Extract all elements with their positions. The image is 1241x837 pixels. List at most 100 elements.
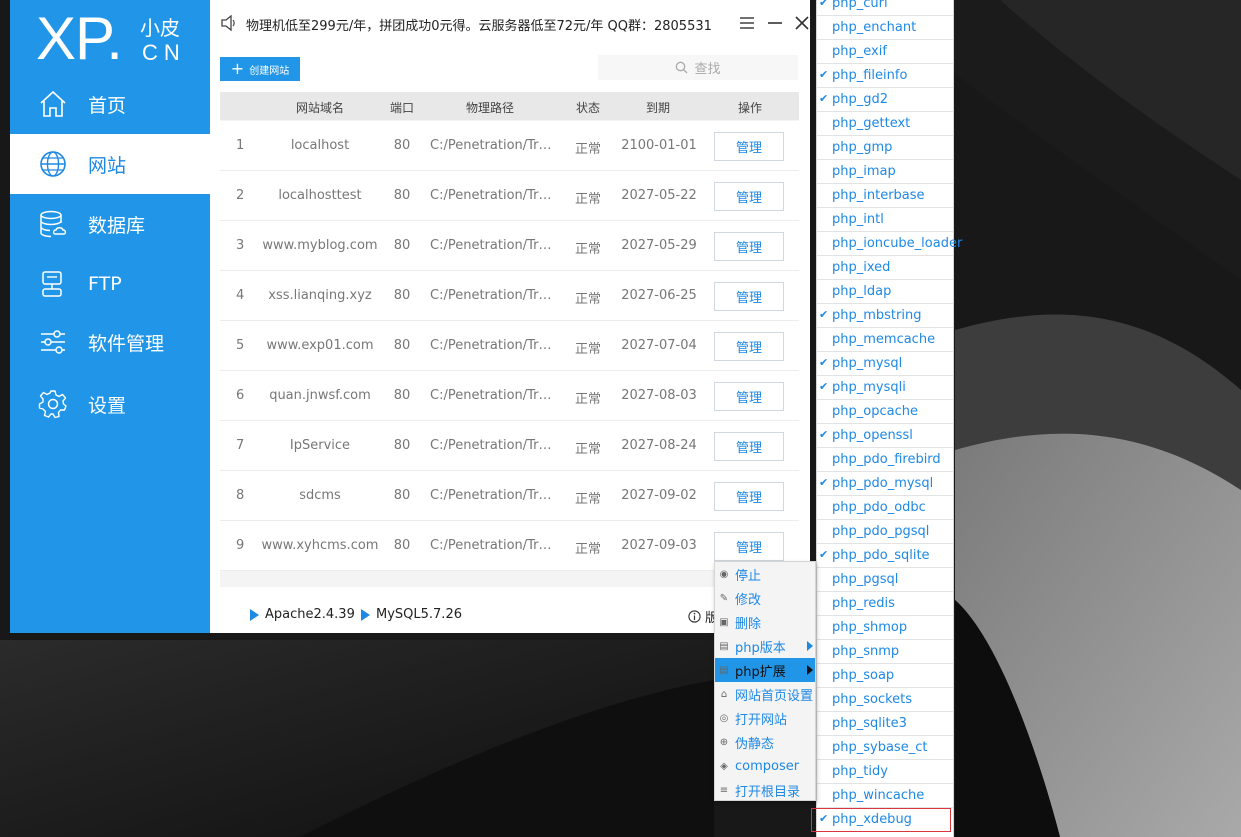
- context-menu-label: php版本: [735, 640, 786, 656]
- manage-button[interactable]: 管理: [714, 432, 784, 461]
- extension-item[interactable]: php_ioncube_loader: [817, 232, 962, 256]
- extension-item[interactable]: ✔ php_mbstring: [817, 304, 953, 328]
- extension-item[interactable]: php_memcache: [817, 328, 953, 352]
- manage-button[interactable]: 管理: [714, 282, 784, 311]
- speaker-icon: [221, 14, 235, 32]
- extension-label: php_pdo_mysql: [832, 476, 934, 491]
- context-menu-item[interactable]: ▤ php扩展: [715, 658, 815, 682]
- extension-item[interactable]: ✔ php_xdebug: [811, 808, 951, 832]
- row-path: C:/Penetration/Traf...: [430, 388, 554, 403]
- manage-button[interactable]: 管理: [714, 232, 784, 261]
- search-input[interactable]: 查找: [598, 55, 798, 80]
- extension-item[interactable]: ✔ php_openssl: [817, 424, 953, 448]
- extension-item[interactable]: ✔ php_gd2: [817, 88, 953, 112]
- extension-item[interactable]: php_xmlrpc: [817, 832, 953, 837]
- context-menu-item[interactable]: ◈ composer: [715, 754, 815, 778]
- extension-item[interactable]: ✔ php_mysql: [817, 352, 953, 376]
- extension-item[interactable]: php_sockets: [817, 688, 953, 712]
- extension-label: php_sqlite3: [832, 716, 907, 731]
- extension-item[interactable]: php_shmop: [817, 616, 953, 640]
- extension-label: php_exif: [832, 44, 887, 59]
- row-index: 8: [236, 488, 245, 503]
- manage-button[interactable]: 管理: [714, 182, 784, 211]
- extension-item[interactable]: php_gettext: [817, 112, 953, 136]
- extension-item[interactable]: php_ixed: [817, 256, 953, 280]
- extension-item[interactable]: php_sybase_ct: [817, 736, 953, 760]
- row-index: 2: [236, 188, 245, 203]
- extension-item[interactable]: php_intl: [817, 208, 953, 232]
- rewrite-icon: ⊕: [719, 736, 729, 748]
- row-expire: 2027-05-29: [621, 238, 697, 253]
- context-menu-label: 伪静态: [735, 736, 775, 752]
- trash-icon: ▣: [719, 616, 729, 628]
- extension-item[interactable]: php_pdo_pgsql: [817, 520, 953, 544]
- extension-item[interactable]: php_wincache: [817, 784, 953, 808]
- extension-item[interactable]: ✔ php_mysqli: [817, 376, 953, 400]
- manage-button[interactable]: 管理: [714, 332, 784, 361]
- context-menu-item[interactable]: ◎ 打开网站: [715, 706, 815, 730]
- extension-item[interactable]: php_imap: [817, 160, 953, 184]
- extension-item[interactable]: php_pdo_firebird: [817, 448, 953, 472]
- context-menu-label: 打开网站: [735, 712, 788, 728]
- logo-main: XP.: [36, 5, 123, 72]
- extension-item[interactable]: ✔ php_pdo_sqlite: [817, 544, 953, 568]
- extension-item[interactable]: php_pdo_odbc: [817, 496, 953, 520]
- extension-label: php_snmp: [832, 644, 900, 659]
- extension-item[interactable]: php_opcache: [817, 400, 953, 424]
- extension-item[interactable]: php_ldap: [817, 280, 953, 304]
- create-website-button[interactable]: + 创建网站: [220, 57, 300, 81]
- row-port: 80: [393, 288, 411, 303]
- extension-item[interactable]: php_exif: [817, 40, 953, 64]
- table-row: 9 www.xyhcms.com 80 C:/Penetration/Traf... 正…: [220, 521, 799, 571]
- context-menu-item[interactable]: ⌂ 网站首页设置: [715, 682, 815, 706]
- sidebar-item-home[interactable]: 首页: [10, 74, 210, 134]
- extension-item[interactable]: php_soap: [817, 664, 953, 688]
- notice-text: 物理机低至299元/年，拼团成功0元得。云服务器低至72元/年 QQ群：2805…: [246, 19, 712, 34]
- extension-item[interactable]: php_gmp: [817, 136, 953, 160]
- context-menu-item[interactable]: ≡ 打开根目录: [715, 778, 815, 802]
- service-apache[interactable]: Apache2.4.39: [250, 607, 355, 622]
- manage-button[interactable]: 管理: [714, 482, 784, 511]
- extension-item[interactable]: php_enchant: [817, 16, 953, 40]
- extension-label: php_pdo_firebird: [832, 452, 941, 467]
- context-menu-item[interactable]: ▤ php版本: [715, 634, 815, 658]
- sidebar: XP. 小皮 CN 首页 网站 数据库 FTP 软件管理 设置: [10, 0, 210, 633]
- extension-item[interactable]: ✔ php_curl: [817, 0, 953, 16]
- close-icon[interactable]: [792, 13, 810, 33]
- checkmark-icon: ✔: [819, 380, 829, 393]
- sidebar-item-ftp[interactable]: FTP: [10, 254, 210, 314]
- extension-item[interactable]: php_pgsql: [817, 568, 953, 592]
- gear-icon: [38, 390, 67, 419]
- sidebar-item-software[interactable]: 软件管理: [10, 312, 210, 372]
- minimize-icon[interactable]: [765, 13, 785, 33]
- context-menu-item[interactable]: ✎ 修改: [715, 586, 815, 610]
- sidebar-item-website[interactable]: 网站: [10, 134, 210, 194]
- row-expire: 2027-09-03: [621, 538, 697, 553]
- context-menu-item[interactable]: ⊕ 伪静态: [715, 730, 815, 754]
- extension-item[interactable]: php_sqlite3: [817, 712, 953, 736]
- app-logo: XP. 小皮 CN: [36, 5, 206, 72]
- extension-item[interactable]: php_redis: [817, 592, 953, 616]
- sidebar-item-database[interactable]: 数据库: [10, 194, 210, 254]
- service-mysql[interactable]: MySQL5.7.26: [361, 607, 462, 622]
- php-version-icon: ▤: [719, 640, 729, 652]
- row-port: 80: [393, 488, 411, 503]
- extension-item[interactable]: ✔ php_pdo_mysql: [817, 472, 953, 496]
- context-menu-item[interactable]: ▣ 删除: [715, 610, 815, 634]
- sidebar-item-settings[interactable]: 设置: [10, 374, 210, 434]
- row-expire: 2027-06-25: [621, 288, 697, 303]
- extension-item[interactable]: php_interbase: [817, 184, 953, 208]
- manage-button[interactable]: 管理: [714, 532, 784, 561]
- context-menu-item[interactable]: ◉ 停止: [715, 562, 815, 586]
- menu-icon[interactable]: [737, 13, 757, 33]
- row-index: 5: [236, 338, 245, 353]
- row-expire: 2027-09-02: [621, 488, 697, 503]
- manage-button[interactable]: 管理: [714, 132, 784, 161]
- extension-item[interactable]: php_snmp: [817, 640, 953, 664]
- row-port: 80: [393, 338, 411, 353]
- logo-small-bottom: CN: [142, 40, 186, 65]
- row-expire: 2027-08-03: [621, 388, 697, 403]
- extension-item[interactable]: php_tidy: [817, 760, 953, 784]
- extension-item[interactable]: ✔ php_fileinfo: [817, 64, 953, 88]
- manage-button[interactable]: 管理: [714, 382, 784, 411]
